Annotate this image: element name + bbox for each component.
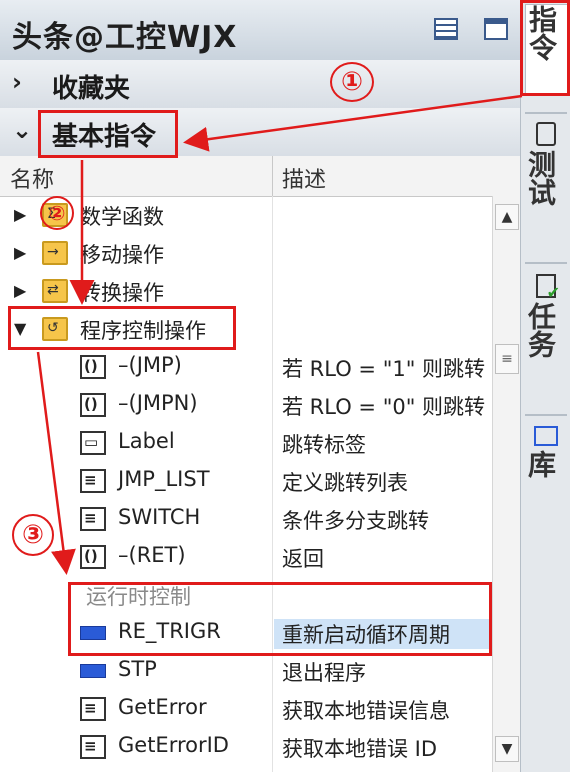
jump-icon: ()	[80, 355, 106, 379]
tab-testing[interactable]: 测试	[524, 122, 567, 232]
favorites-label: 收藏夹	[52, 74, 131, 104]
stethoscope-icon	[536, 122, 556, 146]
row-description: 获取本地错误信息	[282, 699, 450, 723]
expand-arrow-icon[interactable]: ▶	[14, 205, 26, 224]
instruction-row[interactable]: ≡ JMP_LIST 定义跳转列表	[0, 462, 492, 500]
basic-instructions-label: 基本指令	[52, 122, 157, 152]
folder-row[interactable]: ▼ ↺ 程序控制操作	[0, 310, 492, 348]
row-name: GetErrorID	[118, 733, 229, 757]
scroll-down-icon[interactable]: ▼	[495, 736, 519, 762]
tab-separator	[525, 414, 567, 416]
row-name: 移动操作	[80, 243, 164, 267]
instruction-row[interactable]: () –(JMP) 若 RLO = "1" 则跳转	[0, 348, 492, 386]
favorites-section[interactable]: › 收藏夹	[0, 60, 520, 109]
row-name: 程序控制操作	[80, 319, 206, 343]
title-bar: 头条@工控WJX	[0, 0, 520, 61]
tab-separator	[525, 112, 567, 114]
row-name: STP	[118, 657, 157, 681]
tab-instructions[interactable]: 指令	[525, 4, 569, 94]
expand-arrow-icon[interactable]: ▶	[14, 281, 26, 300]
row-description: 返回	[282, 547, 324, 571]
vertical-scrollbar[interactable]: ▲ ≡ ▼	[492, 196, 521, 772]
book-icon	[534, 426, 558, 446]
instruction-row[interactable]: ≡ SWITCH 条件多分支跳转	[0, 500, 492, 538]
instruction-row[interactable]: ≡ GetError 获取本地错误信息	[0, 690, 492, 728]
row-description: 获取本地错误 ID	[282, 737, 438, 761]
jump-icon: ()	[80, 545, 106, 569]
jump-icon: ()	[80, 393, 106, 417]
tab-separator	[525, 262, 567, 264]
row-name: SWITCH	[118, 505, 201, 529]
checklist-icon: ✔	[536, 274, 560, 302]
instruction-row[interactable]: () –(JMPN) 若 RLO = "0" 则跳转	[0, 386, 492, 424]
row-name: RE_TRIGR	[118, 619, 221, 643]
scroll-up-icon[interactable]: ▲	[495, 204, 519, 230]
panel-title: 头条@工控WJX	[12, 20, 238, 55]
column-description[interactable]: 描述	[282, 162, 326, 194]
coil-icon	[80, 626, 106, 640]
basic-instructions-section[interactable]: ⌄ 基本指令	[0, 108, 520, 157]
folder-row[interactable]: ▶ → 移动操作	[0, 234, 492, 272]
group-row[interactable]: 运行时控制	[0, 576, 492, 614]
row-name: –(JMP)	[118, 353, 182, 377]
chevron-down-icon[interactable]: ⌄	[12, 116, 32, 144]
row-description: 重新启动循环周期	[274, 619, 494, 649]
row-name: 运行时控制	[86, 585, 191, 609]
annotation-three: ③	[12, 514, 54, 556]
folder-icon: ↺	[42, 317, 68, 341]
row-description: 若 RLO = "1" 则跳转	[282, 357, 486, 381]
row-name: 转换操作	[80, 281, 164, 305]
tab-library[interactable]: 库	[524, 426, 567, 506]
folder-icon: →	[42, 241, 68, 265]
window-icon[interactable]	[484, 18, 508, 40]
row-description: 退出程序	[282, 661, 366, 685]
instruction-row[interactable]: ▭ Label 跳转标签	[0, 424, 492, 462]
instruction-row[interactable]: () –(RET) 返回	[0, 538, 492, 576]
row-name: GetError	[118, 695, 207, 719]
row-description: 条件多分支跳转	[282, 509, 429, 533]
label-icon: ▭	[80, 431, 106, 455]
row-name: Label	[118, 429, 175, 453]
coil-icon	[80, 664, 106, 678]
annotation-two: ②	[40, 196, 74, 230]
row-name: –(JMPN)	[118, 391, 198, 415]
box-icon: ≡	[80, 469, 106, 493]
folder-icon: ⇄	[42, 279, 68, 303]
row-description: 跳转标签	[282, 433, 366, 457]
row-description: 若 RLO = "0" 则跳转	[282, 395, 486, 419]
row-name: 数学函数	[80, 205, 164, 229]
column-name[interactable]: 名称	[10, 162, 54, 194]
expand-arrow-icon[interactable]: ▶	[14, 243, 26, 262]
box-icon: ≡	[80, 507, 106, 531]
annotation-one: ①	[330, 62, 374, 102]
instruction-row[interactable]: ≡ GetErrorID 获取本地错误 ID	[0, 728, 492, 766]
folder-row[interactable]: ▶ ⇄ 转换操作	[0, 272, 492, 310]
instruction-row[interactable]: STP 退出程序	[0, 652, 492, 690]
chevron-right-icon[interactable]: ›	[12, 68, 22, 96]
column-header: 名称 描述	[0, 156, 520, 197]
box-icon: ≡	[80, 697, 106, 721]
tab-tasks[interactable]: ✔ 任务	[524, 274, 567, 384]
box-icon: ≡	[80, 735, 106, 759]
scroll-thumb[interactable]: ≡	[495, 344, 519, 374]
row-name: JMP_LIST	[118, 467, 210, 491]
collapse-arrow-icon[interactable]: ▼	[14, 319, 26, 338]
right-task-panel: 指令 测试 ✔ 任务 库	[520, 0, 570, 772]
grid-view-icon[interactable]	[434, 18, 458, 40]
row-description: 定义跳转列表	[282, 471, 408, 495]
instruction-row[interactable]: RE_TRIGR 重新启动循环周期	[0, 614, 494, 652]
column-divider[interactable]	[272, 156, 273, 196]
row-name: –(RET)	[118, 543, 186, 567]
